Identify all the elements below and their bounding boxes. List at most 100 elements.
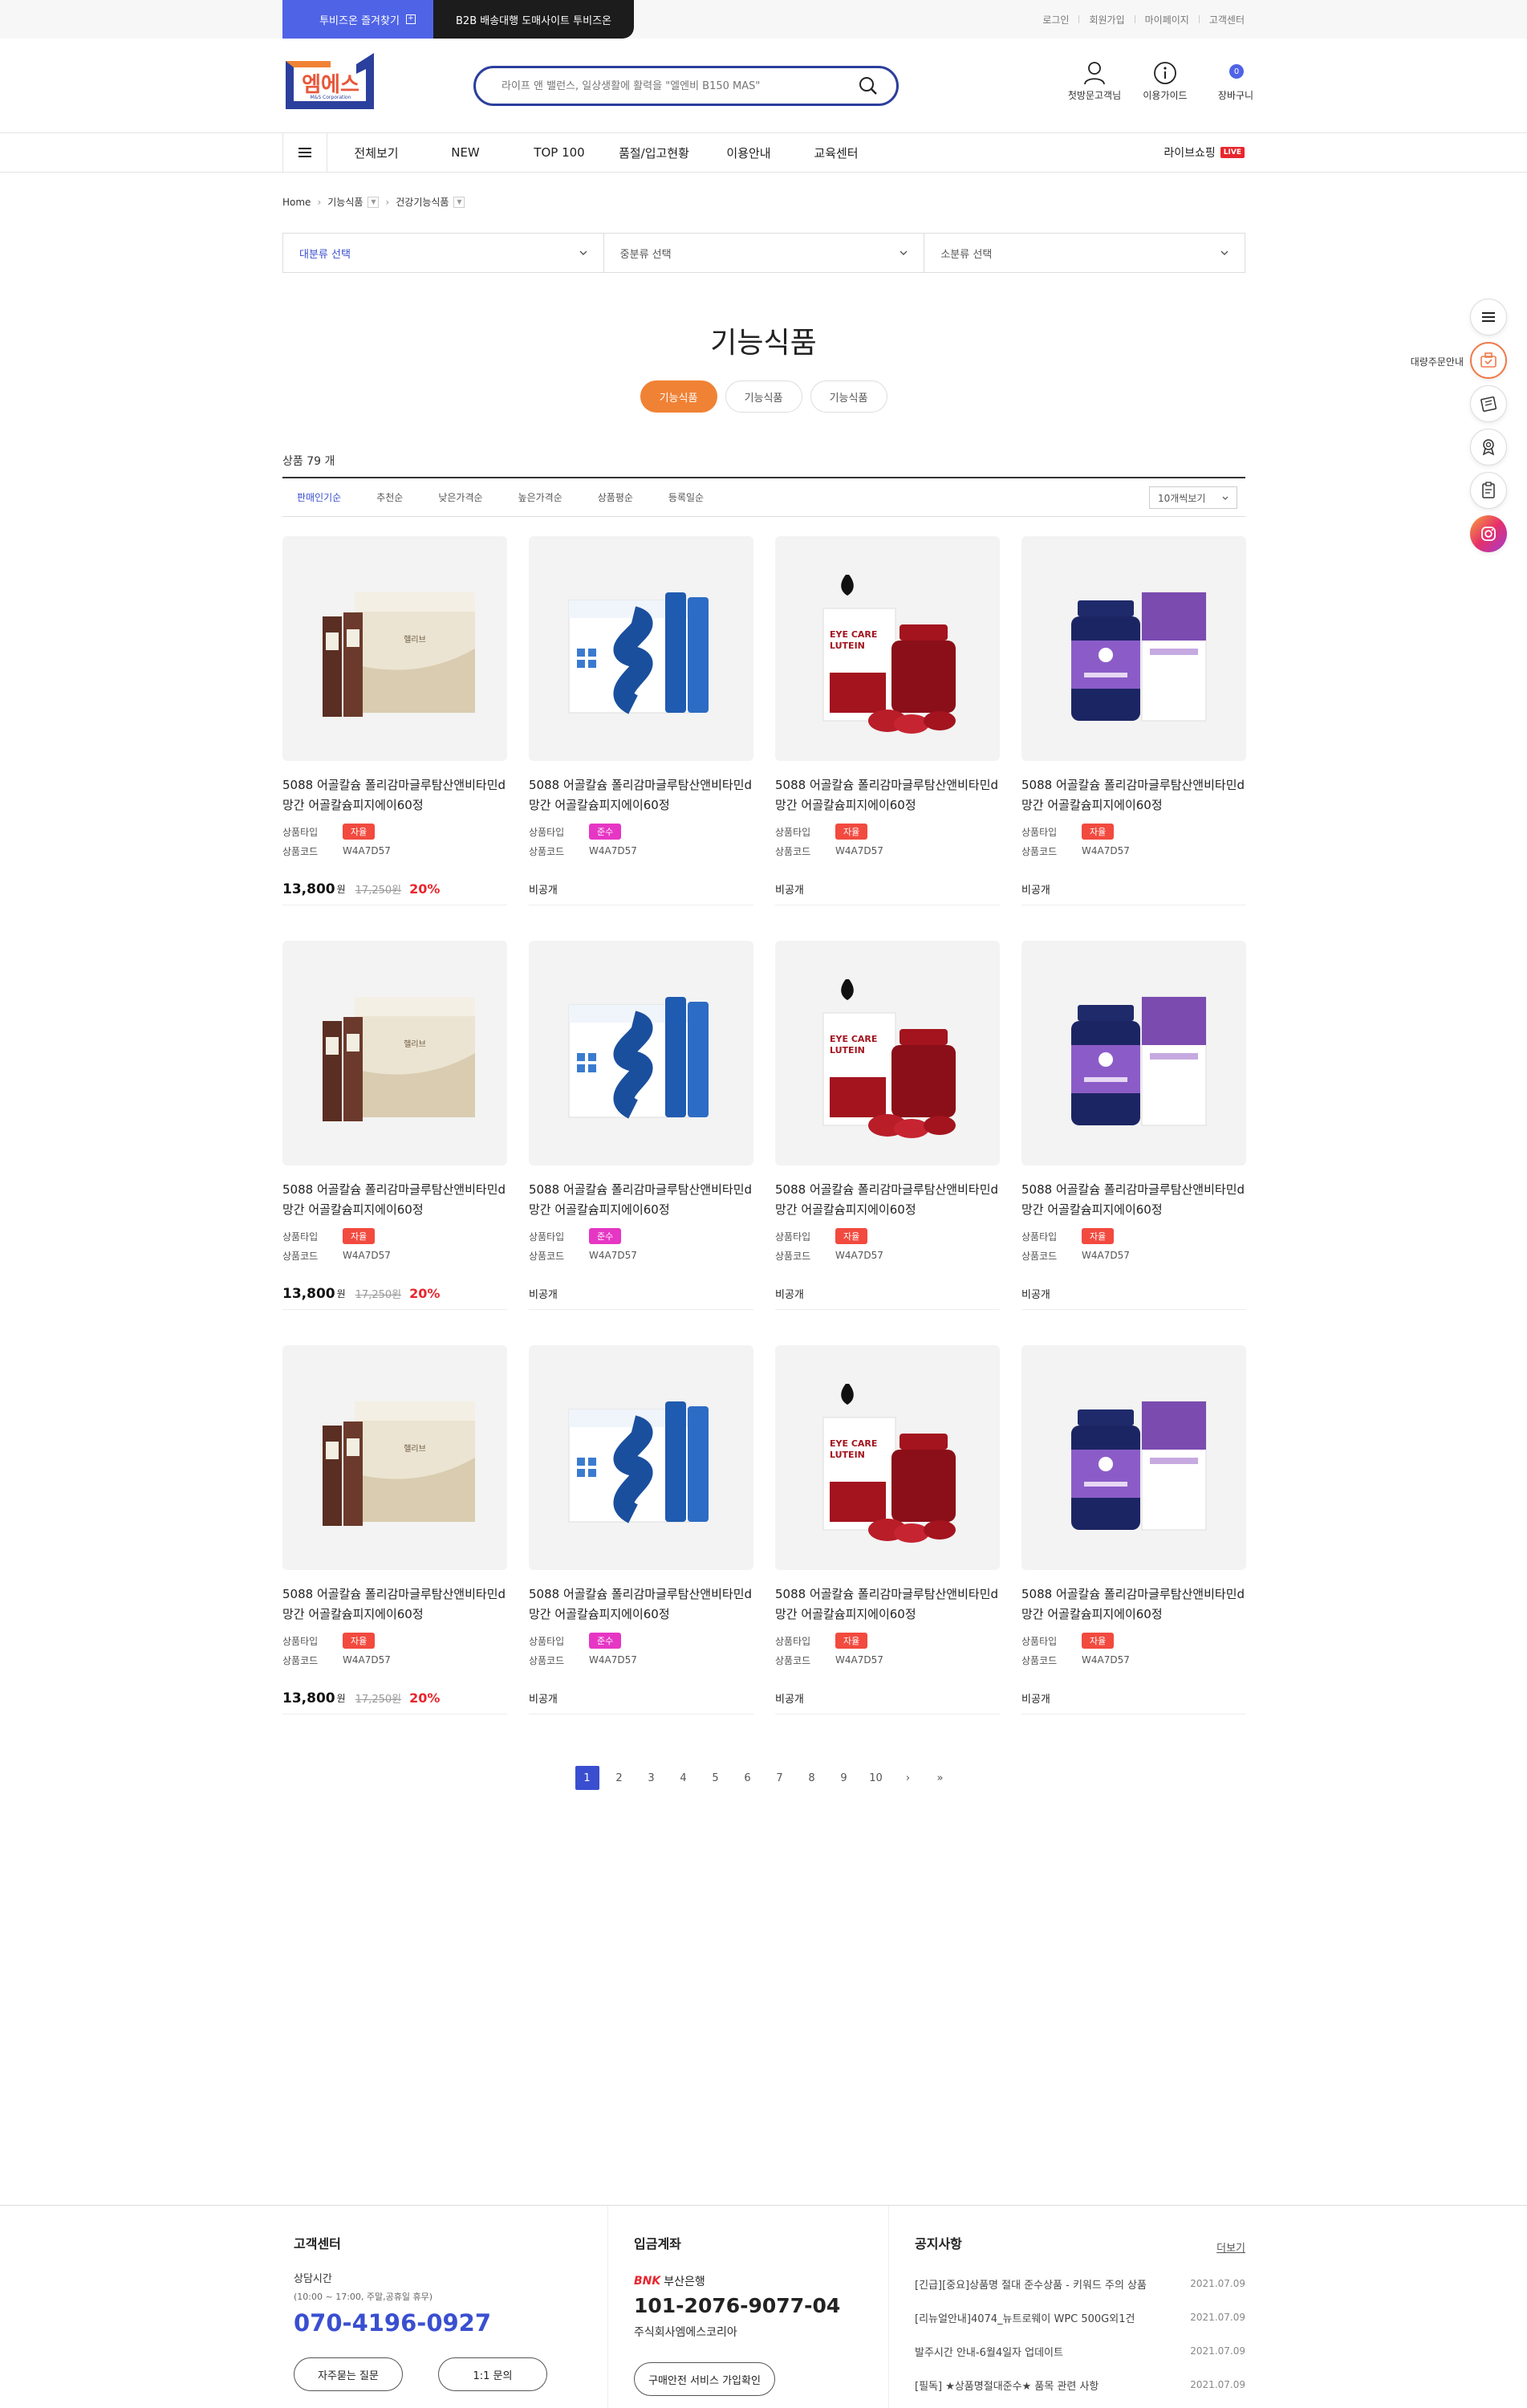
signup-link[interactable]: 회원가입 xyxy=(1089,13,1124,26)
nav-item-guide[interactable]: 이용안내 xyxy=(695,144,802,161)
nav-item-new[interactable]: NEW xyxy=(425,145,506,160)
product-card[interactable]: 헬리브 5088 어골칼슘 폴리감마글루탐산앤비타민d 망간 어골칼슘피지에이6… xyxy=(282,536,507,941)
product-card[interactable]: 헬리브 5088 어골칼슘 폴리감마글루탐산앤비타민d 망간 어골칼슘피지에이6… xyxy=(282,941,507,1345)
nav-item-stock[interactable]: 품절/입고현황 xyxy=(613,144,695,161)
site-logo[interactable]: 엠에스 M&S Corporation xyxy=(282,50,379,112)
product-card[interactable]: EYE CARE LUTEIN 5088 어골칼슘 폴리감마글루탐산앤비타민d 망… xyxy=(775,1345,1000,1750)
purple-bottle-image[interactable] xyxy=(1021,1345,1246,1570)
notice-more-link[interactable]: 더보기 xyxy=(1216,2239,1245,2255)
next-page-button[interactable]: › xyxy=(896,1766,920,1790)
product-name[interactable]: 5088 어골칼슘 폴리감마글루탐산앤비타민d 망간 어골칼슘피지에이60정 xyxy=(1021,1584,1246,1625)
page-9-button[interactable]: 9 xyxy=(832,1766,856,1790)
page-2-button[interactable]: 2 xyxy=(607,1766,632,1790)
stick-box-image[interactable]: 헬리브 xyxy=(282,941,507,1165)
lutein-gummy-image[interactable]: EYE CARE LUTEIN xyxy=(775,941,1000,1165)
catalog-button[interactable] xyxy=(1470,385,1507,422)
safe-purchase-button[interactable]: 구매안전 서비스 가입확인 xyxy=(634,2362,775,2396)
cart-button[interactable]: 0 장바구니 xyxy=(1200,58,1271,102)
major-category-select[interactable]: 대분류 선택 xyxy=(283,234,604,272)
last-page-button[interactable]: » xyxy=(928,1766,952,1790)
login-link[interactable]: 로그인 xyxy=(1042,13,1069,26)
b2b-site-tab[interactable]: B2B 배송대행 도매사이트 투비즈온 xyxy=(433,0,634,39)
qna-button[interactable]: 1:1 문의 xyxy=(438,2357,547,2391)
product-name[interactable]: 5088 어골칼슘 폴리감마글루탐산앤비타민d 망간 어골칼슘피지에이60정 xyxy=(282,1584,507,1625)
page-1-button[interactable]: 1 xyxy=(575,1766,599,1790)
customer-center-link[interactable]: 고객센터 xyxy=(1209,13,1245,26)
sort-reviews[interactable]: 상품평순 xyxy=(598,490,633,504)
product-name[interactable]: 5088 어골칼슘 폴리감마글루탐산앤비타민d 망간 어골칼슘피지에이60정 xyxy=(282,775,507,816)
notice-item[interactable]: [리뉴얼안내]4074_뉴트로웨이 WPC 500G외1건 2021.07.09 xyxy=(915,2300,1245,2334)
product-card[interactable]: 5088 어골칼슘 폴리감마글루탐산앤비타민d 망간 어골칼슘피지에이60정 상… xyxy=(1021,1345,1246,1750)
product-name[interactable]: 5088 어골칼슘 폴리감마글루탐산앤비타민d 망간 어골칼슘피지에이60정 xyxy=(1021,775,1246,816)
live-shopping-link[interactable]: 라이브쇼핑 LIVE xyxy=(1164,133,1245,172)
lutein-gummy-image[interactable]: EYE CARE LUTEIN xyxy=(775,536,1000,761)
sort-price-low[interactable]: 낮은가격순 xyxy=(438,490,482,504)
page-size-select[interactable]: 10개씩보기 xyxy=(1149,486,1237,509)
purple-bottle-image[interactable] xyxy=(1021,941,1246,1165)
page-7-button[interactable]: 7 xyxy=(768,1766,792,1790)
quick-menu-button[interactable] xyxy=(1470,299,1507,336)
sort-newest[interactable]: 등록일순 xyxy=(668,490,704,504)
nav-item-all[interactable]: 전체보기 xyxy=(327,144,425,161)
subtab-2[interactable]: 기능식품 xyxy=(725,380,802,413)
stick-box-image[interactable]: 헬리브 xyxy=(282,1345,507,1570)
breadcrumb-level2[interactable]: 건강기능식품 xyxy=(396,195,449,209)
page-6-button[interactable]: 6 xyxy=(736,1766,760,1790)
search-icon[interactable] xyxy=(858,75,879,96)
notice-item[interactable]: [필독] ★상품명절대준수★ 품목 관련 사항 2021.07.09 xyxy=(915,2368,1245,2402)
stick-box-image[interactable]: 헬리브 xyxy=(282,536,507,761)
nav-item-education[interactable]: 교육센터 xyxy=(802,144,870,161)
subtab-1[interactable]: 기능식품 xyxy=(640,380,717,413)
notice-item[interactable]: 발주시간 안내-6월4일자 업데이트 2021.07.09 xyxy=(915,2334,1245,2368)
product-name[interactable]: 5088 어골칼슘 폴리감마글루탐산앤비타민d 망간 어골칼슘피지에이60정 xyxy=(529,1584,753,1625)
product-card[interactable]: 5088 어골칼슘 폴리감마글루탐산앤비타민d 망간 어골칼슘피지에이60정 상… xyxy=(1021,536,1246,941)
page-5-button[interactable]: 5 xyxy=(704,1766,728,1790)
purple-bottle-image[interactable] xyxy=(1021,536,1246,761)
product-card[interactable]: 5088 어골칼슘 폴리감마글루탐산앤비타민d 망간 어골칼슘피지에이60정 상… xyxy=(529,941,753,1345)
sort-price-high[interactable]: 높은가격순 xyxy=(518,490,562,504)
business-bookmark-tab[interactable]: 투비즈온 즐겨찾기 + xyxy=(282,0,453,39)
instagram-button[interactable] xyxy=(1470,515,1507,552)
probiotics-box-image[interactable] xyxy=(529,1345,753,1570)
mypage-link[interactable]: 마이페이지 xyxy=(1145,13,1189,26)
breadcrumb-level1[interactable]: 기능식품 xyxy=(327,195,363,209)
chevron-down-icon[interactable]: ▼ xyxy=(453,196,465,208)
subtab-3[interactable]: 기능식품 xyxy=(810,380,887,413)
product-name[interactable]: 5088 어골칼슘 폴리감마글루탐산앤비타민d 망간 어골칼슘피지에이60정 xyxy=(1021,1180,1246,1220)
sort-recommended[interactable]: 추천순 xyxy=(376,490,403,504)
product-name[interactable]: 5088 어골칼슘 폴리감마글루탐산앤비타민d 망간 어골칼슘피지에이60정 xyxy=(529,1180,753,1220)
nav-item-top100[interactable]: TOP 100 xyxy=(506,145,613,160)
page-4-button[interactable]: 4 xyxy=(672,1766,696,1790)
faq-button[interactable]: 자주묻는 질문 xyxy=(294,2357,403,2391)
award-button[interactable] xyxy=(1470,429,1507,466)
menu-button[interactable] xyxy=(282,133,327,172)
clipboard-button[interactable] xyxy=(1470,472,1507,509)
bulk-order-button[interactable]: 대량주문안내 xyxy=(1411,342,1507,379)
page-3-button[interactable]: 3 xyxy=(640,1766,664,1790)
probiotics-box-image[interactable] xyxy=(529,941,753,1165)
product-card[interactable]: 5088 어골칼슘 폴리감마글루탐산앤비타민d 망간 어골칼슘피지에이60정 상… xyxy=(1021,941,1246,1345)
product-name[interactable]: 5088 어골칼슘 폴리감마글루탐산앤비타민d 망간 어골칼슘피지에이60정 xyxy=(775,1180,1000,1220)
lutein-gummy-image[interactable]: EYE CARE LUTEIN xyxy=(775,1345,1000,1570)
page-8-button[interactable]: 8 xyxy=(800,1766,824,1790)
minor-category-select[interactable]: 소분류 선택 xyxy=(924,234,1245,272)
sort-popular[interactable]: 판매인기순 xyxy=(297,490,341,504)
search-input[interactable] xyxy=(502,79,858,92)
chevron-down-icon[interactable]: ▼ xyxy=(368,196,380,208)
product-name[interactable]: 5088 어골칼슘 폴리감마글루탐산앤비타민d 망간 어골칼슘피지에이60정 xyxy=(775,1584,1000,1625)
product-card[interactable]: 헬리브 5088 어골칼슘 폴리감마글루탐산앤비타민d 망간 어골칼슘피지에이6… xyxy=(282,1345,507,1750)
product-name[interactable]: 5088 어골칼슘 폴리감마글루탐산앤비타민d 망간 어골칼슘피지에이60정 xyxy=(282,1180,507,1220)
breadcrumb-home[interactable]: Home xyxy=(282,197,311,208)
middle-category-select[interactable]: 중분류 선택 xyxy=(604,234,925,272)
page-10-button[interactable]: 10 xyxy=(864,1766,888,1790)
probiotics-box-image[interactable] xyxy=(529,536,753,761)
first-visit-button[interactable]: 첫방문고객님 xyxy=(1059,58,1130,102)
notice-item[interactable]: [긴급][중요]상품명 절대 준수상품 - 키워드 주의 상품 2021.07.0… xyxy=(915,2267,1245,2300)
product-card[interactable]: EYE CARE LUTEIN 5088 어골칼슘 폴리감마글루탐산앤비타민d 망… xyxy=(775,941,1000,1345)
product-name[interactable]: 5088 어골칼슘 폴리감마글루탐산앤비타민d 망간 어골칼슘피지에이60정 xyxy=(775,775,1000,816)
guide-button[interactable]: 이용가이드 xyxy=(1130,58,1200,102)
product-card[interactable]: 5088 어골칼슘 폴리감마글루탐산앤비타민d 망간 어골칼슘피지에이60정 상… xyxy=(529,536,753,941)
product-card[interactable]: EYE CARE LUTEIN 5088 어골칼슘 폴리감마글루탐산앤비타민d 망… xyxy=(775,536,1000,941)
product-name[interactable]: 5088 어골칼슘 폴리감마글루탐산앤비타민d 망간 어골칼슘피지에이60정 xyxy=(529,775,753,816)
product-card[interactable]: 5088 어골칼슘 폴리감마글루탐산앤비타민d 망간 어골칼슘피지에이60정 상… xyxy=(529,1345,753,1750)
